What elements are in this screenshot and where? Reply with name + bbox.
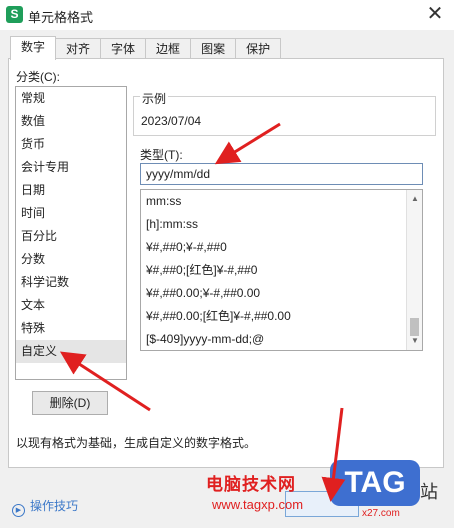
app-logo-icon: S: [6, 6, 23, 23]
category-item[interactable]: 文本: [16, 294, 126, 317]
sample-label: 示例: [140, 90, 169, 107]
category-list[interactable]: 常规 数值 货币 会计专用 日期 时间 百分比 分数 科学记数 文本 特殊 自定…: [15, 86, 127, 380]
sample-value: 2023/07/04: [141, 114, 202, 128]
category-item[interactable]: 常规: [16, 87, 126, 110]
format-item[interactable]: ¥#,##0;[红色]¥-#,##0: [141, 259, 422, 282]
description-text: 以现有格式为基础，生成自定义的数字格式。: [16, 436, 257, 450]
format-list[interactable]: mm:ss [h]:mm:ss ¥#,##0;¥-#,##0 ¥#,##0;[红…: [140, 189, 423, 351]
type-input[interactable]: yyyy/mm/dd: [140, 163, 423, 185]
category-label: 分类(C):: [16, 70, 60, 84]
window-title: 单元格格式: [28, 10, 94, 25]
watermark-site-name: 电脑技术网: [206, 475, 296, 494]
format-item[interactable]: ¥#,##0.00;¥-#,##0.00: [141, 282, 422, 305]
category-item[interactable]: 货币: [16, 133, 126, 156]
tab-alignment[interactable]: 对齐: [55, 38, 102, 60]
category-item[interactable]: 分数: [16, 248, 126, 271]
format-item[interactable]: [$-409]yyyy-mm-dd;@: [141, 328, 422, 350]
tab-bar: 数字 对齐 字体 边框 图案 保护: [10, 36, 282, 60]
tips-label: 操作技巧: [30, 499, 79, 513]
category-item[interactable]: 会计专用: [16, 156, 126, 179]
watermark-sub: x27.com: [362, 508, 400, 519]
format-item[interactable]: ¥#,##0.00;[红色]¥-#,##0.00: [141, 305, 422, 328]
tab-protection[interactable]: 保护: [235, 38, 282, 60]
category-item[interactable]: 日期: [16, 179, 126, 202]
tips-link[interactable]: ▶ 操作技巧: [12, 497, 78, 517]
category-item[interactable]: 特殊: [16, 317, 126, 340]
scroll-down-icon[interactable]: ▼: [407, 334, 422, 348]
close-icon[interactable]: ✕: [422, 2, 448, 28]
watermark-logo: TAG: [330, 460, 420, 506]
watermark-url: www.tagxp.com: [212, 497, 304, 512]
tab-number[interactable]: 数字: [10, 36, 57, 60]
category-item[interactable]: 科学记数: [16, 271, 126, 294]
format-item[interactable]: [h]:mm:ss: [141, 213, 422, 236]
type-label: 类型(T):: [140, 148, 183, 162]
category-item-custom[interactable]: 自定义: [16, 340, 126, 363]
format-item[interactable]: mm:ss: [141, 190, 422, 213]
scroll-up-icon[interactable]: ▲: [407, 192, 422, 206]
format-item[interactable]: ¥#,##0;¥-#,##0: [141, 236, 422, 259]
category-item[interactable]: 数值: [16, 110, 126, 133]
delete-button[interactable]: 删除(D): [32, 391, 108, 415]
category-item[interactable]: 百分比: [16, 225, 126, 248]
watermark-suffix: 站: [420, 482, 438, 502]
title-bar: S 单元格格式 ✕: [0, 0, 454, 30]
category-item[interactable]: 时间: [16, 202, 126, 225]
tab-font[interactable]: 字体: [100, 38, 147, 60]
play-icon: ▶: [12, 504, 25, 517]
format-list-scrollbar[interactable]: ▲ ▼: [406, 190, 422, 350]
tab-border[interactable]: 边框: [145, 38, 192, 60]
tab-pattern[interactable]: 图案: [190, 38, 237, 60]
